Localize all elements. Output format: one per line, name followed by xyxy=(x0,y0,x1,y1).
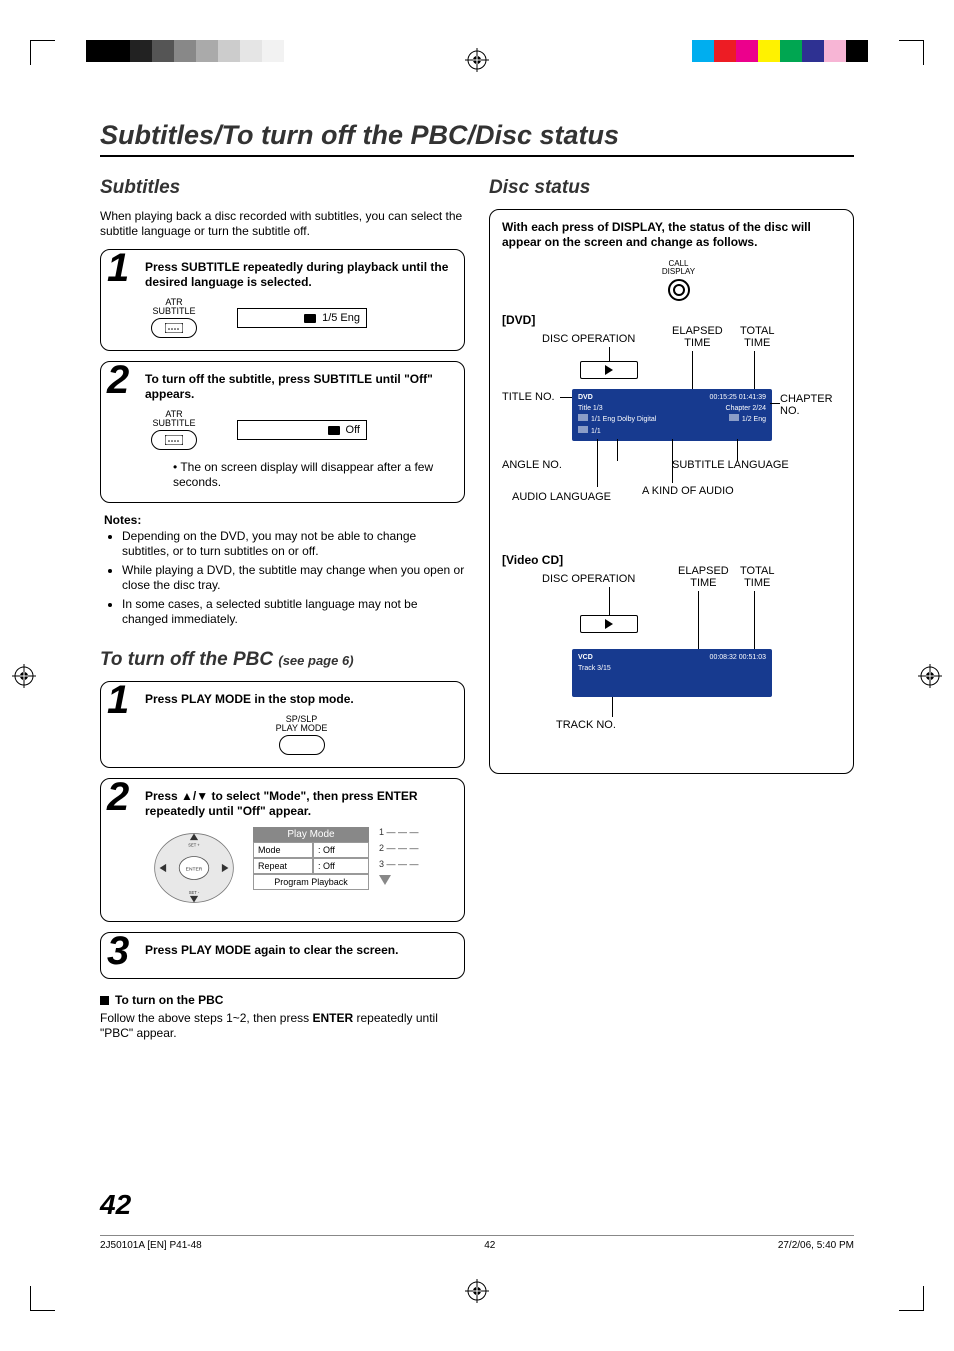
display-button-icon: CALL DISPLAY xyxy=(516,260,841,301)
step-text: Press SUBTITLE repeatedly during playbac… xyxy=(145,260,452,290)
page-number: 42 xyxy=(100,1189,131,1221)
pbc-step-3: 3 Press PLAY MODE again to clear the scr… xyxy=(100,932,465,979)
notes-heading: Notes: xyxy=(104,513,465,527)
registration-mark-icon xyxy=(12,664,36,688)
step-text: To turn off the subtitle, press SUBTITLE… xyxy=(145,372,452,402)
footer-file: 2J50101A [EN] P41-48 xyxy=(100,1240,202,1251)
vcd-osd-readout: VCD00:08:32 00:51:03 Track 3/15 xyxy=(572,649,772,697)
right-column: Disc status With each press of DISPLAY, … xyxy=(489,171,854,1041)
disc-status-panel: With each press of DISPLAY, the status o… xyxy=(489,209,854,774)
footer-date: 27/2/06, 5:40 PM xyxy=(778,1240,854,1251)
svg-text:ENTER: ENTER xyxy=(186,866,203,872)
registration-mark-icon xyxy=(918,664,942,688)
subtitles-heading: Subtitles xyxy=(100,177,465,199)
turn-on-pbc-section: To turn on the PBC Follow the above step… xyxy=(100,993,465,1041)
grayscale-bar xyxy=(86,40,306,62)
note-item: Depending on the DVD, you may not be abl… xyxy=(122,529,465,559)
vcd-subhead: [Video CD] xyxy=(502,553,841,567)
footer-page: 42 xyxy=(484,1240,495,1251)
play-icon xyxy=(580,615,638,633)
osd-subtitle-readout: Off xyxy=(237,420,367,440)
playmode-button-icon: SP/SLP PLAY MODE xyxy=(151,715,452,755)
registration-mark-icon xyxy=(465,1279,489,1303)
svg-text:SET -: SET - xyxy=(189,890,200,895)
dvd-diagram: DISC OPERATION ELAPSED TIME TOTAL TIME D… xyxy=(502,333,841,533)
dvd-osd-readout: DVD00:15:25 01:41:39 Title 1/3Chapter 2/… xyxy=(572,389,772,441)
page-content: Subtitles/To turn off the PBC/Disc statu… xyxy=(100,120,854,1041)
step-text: Press ▲/▼ to select "Mode", then press E… xyxy=(145,789,452,819)
subtitles-step-2: 2 To turn off the subtitle, press SUBTIT… xyxy=(100,361,465,503)
cc-icon xyxy=(304,314,316,323)
svg-text:SET +: SET + xyxy=(188,843,200,848)
step-text: Press PLAY MODE again to clear the scree… xyxy=(145,943,452,958)
nav-pad-icon: ENTER SET + SET - xyxy=(153,827,235,909)
disc-status-heading: Disc status xyxy=(489,177,854,199)
subtitles-step-1: 1 Press SUBTITLE repeatedly during playb… xyxy=(100,249,465,351)
playmode-osd-panel: Play Mode Mode: Off Repeat: Off Program … xyxy=(253,827,369,890)
playmode-program-list: 1 — — — 2 — — — 3 — — — xyxy=(379,827,419,887)
scroll-down-icon xyxy=(379,875,391,885)
cc-dots-icon xyxy=(165,435,183,445)
play-icon xyxy=(580,361,638,379)
pbc-step-2: 2 Press ▲/▼ to select "Mode", then press… xyxy=(100,778,465,922)
color-bar xyxy=(692,40,868,62)
pbc-step-1: 1 Press PLAY MODE in the stop mode. SP/S… xyxy=(100,681,465,768)
cc-dots-icon xyxy=(165,323,183,333)
step-note: • The on screen display will disappear a… xyxy=(173,460,452,490)
note-item: In some cases, a selected subtitle langu… xyxy=(122,597,465,627)
step-number: 1 xyxy=(107,248,129,288)
pbc-heading: To turn off the PBC (see page 6) xyxy=(100,649,465,671)
subtitles-intro: When playing back a disc recorded with s… xyxy=(100,209,465,239)
subtitle-button-icon: ATR SUBTITLE xyxy=(151,298,197,338)
cc-icon xyxy=(328,426,340,435)
step-number: 3 xyxy=(107,931,129,971)
square-bullet-icon xyxy=(100,996,109,1005)
step-number: 2 xyxy=(107,777,129,817)
step-text: Press PLAY MODE in the stop mode. xyxy=(145,692,452,707)
registration-mark-icon xyxy=(465,48,489,72)
page-title: Subtitles/To turn off the PBC/Disc statu… xyxy=(100,120,854,157)
step-number: 2 xyxy=(107,360,129,400)
step-number: 1 xyxy=(107,680,129,720)
turn-on-pbc-body: Follow the above steps 1~2, then press E… xyxy=(100,1011,465,1041)
note-item: While playing a DVD, the subtitle may ch… xyxy=(122,563,465,593)
print-footer: 2J50101A [EN] P41-48 42 27/2/06, 5:40 PM xyxy=(100,1235,854,1251)
notes-list: Depending on the DVD, you may not be abl… xyxy=(122,529,465,627)
left-column: Subtitles When playing back a disc recor… xyxy=(100,171,465,1041)
vcd-diagram: DISC OPERATION ELAPSED TIME TOTAL TIME V… xyxy=(502,573,841,743)
disc-status-lead: With each press of DISPLAY, the status o… xyxy=(502,220,841,250)
turn-on-pbc-heading: To turn on the PBC xyxy=(115,993,223,1007)
osd-subtitle-readout: 1/5 Eng xyxy=(237,308,367,328)
subtitle-button-icon: ATR SUBTITLE xyxy=(151,410,197,450)
